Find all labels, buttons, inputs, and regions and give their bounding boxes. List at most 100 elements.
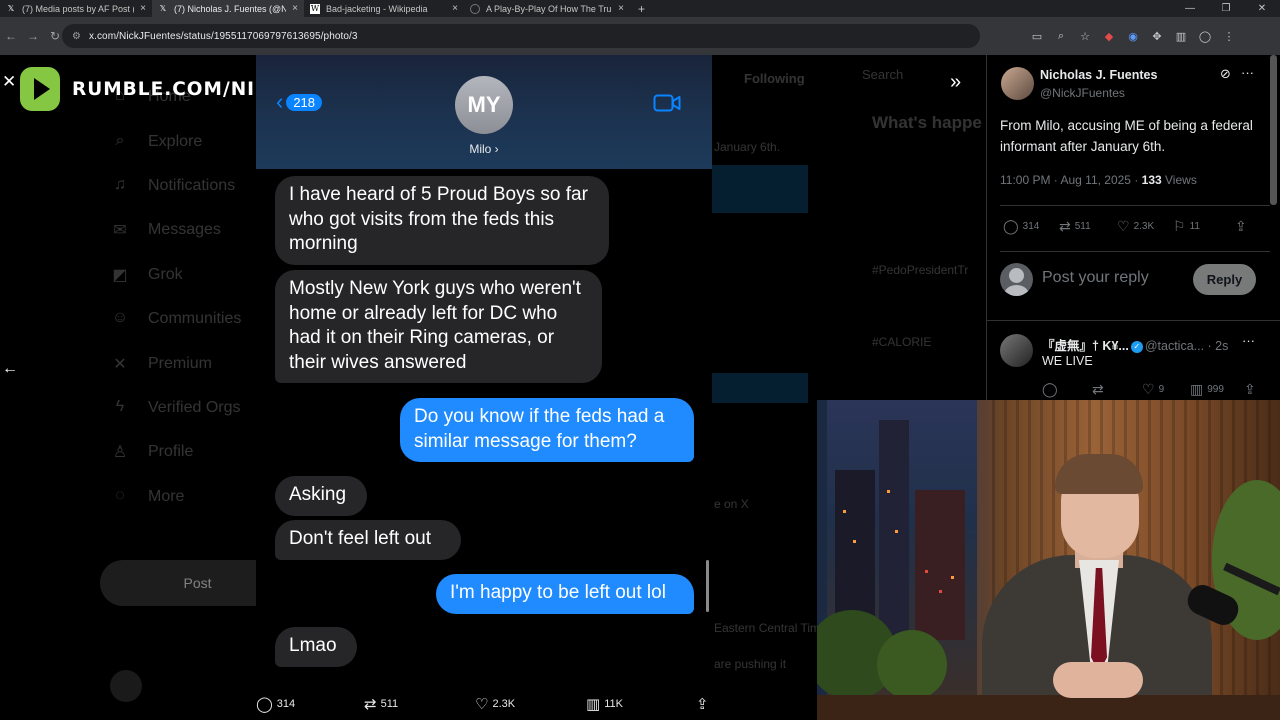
- tab-title: (7) Nicholas J. Fuentes (@NickJ: [174, 3, 287, 14]
- share-icon: ⇪: [696, 695, 709, 713]
- browser-tab-wikipedia[interactable]: W Bad-jacketing - Wikipedia ×: [304, 0, 464, 17]
- reply-input[interactable]: Post your reply: [1042, 269, 1149, 287]
- more-options-icon[interactable]: ···: [1241, 65, 1254, 80]
- sidebar-item-verified-orgs[interactable]: ϟ Verified Orgs: [100, 386, 260, 430]
- url-text: x.com/NickJFuentes/status/19551170697976…: [88, 30, 358, 42]
- new-tab-button[interactable]: +: [630, 2, 653, 16]
- grok-icon: ◩: [112, 266, 128, 284]
- browser-toolbar: ← → ↻ ⚙ x.com/NickJFuentes/status/195511…: [0, 17, 1280, 55]
- trend-item[interactable]: #CALORIE: [872, 335, 931, 349]
- divider: [987, 320, 1280, 321]
- back-arrow-icon[interactable]: ←: [0, 29, 22, 43]
- window-light: [951, 576, 954, 579]
- views-button[interactable]: ▥ 999: [1190, 381, 1224, 398]
- bookmark-star-icon[interactable]: ☆: [1078, 30, 1092, 43]
- wikipedia-icon: W: [310, 3, 320, 14]
- site-settings-icon[interactable]: ⚙: [72, 31, 81, 42]
- avatar[interactable]: [1000, 334, 1033, 367]
- message-bubble-incoming: Don't feel left out: [275, 520, 461, 560]
- user-handle[interactable]: @NickJFuentes: [1040, 86, 1125, 100]
- close-window-icon[interactable]: ✕: [1244, 3, 1280, 14]
- share-button[interactable]: ⇪: [696, 695, 713, 713]
- close-icon[interactable]: ×: [140, 3, 146, 14]
- sidebar-item-more[interactable]: ◌ More: [100, 475, 260, 519]
- reply-author[interactable]: 『虚無』† K¥... ✓ @tactica... · 2s: [1042, 335, 1228, 354]
- repost-button[interactable]: ⇄ 511: [1059, 218, 1091, 235]
- message-bubble-incoming: I have heard of 5 Proud Boys so far who …: [275, 176, 609, 265]
- sidebar-item-label: Explore: [148, 132, 203, 150]
- like-button[interactable]: ♡ 2.3K: [1117, 218, 1154, 235]
- reply-submit-button[interactable]: Reply: [1193, 264, 1256, 295]
- sidebar-item-profile[interactable]: ♙ Profile: [100, 430, 260, 474]
- reply-button[interactable]: ◯: [1042, 381, 1062, 398]
- reply-button[interactable]: ◯ 314: [1003, 218, 1039, 235]
- bookmark-icon: ⚐: [1173, 218, 1186, 234]
- browser-tab-play-by-play[interactable]: A Play-By-Play Of How The Tru ×: [464, 0, 630, 17]
- previous-photo-arrow-icon[interactable]: ←: [2, 360, 18, 378]
- expand-panel-icon[interactable]: »: [950, 71, 961, 94]
- avatar: [1000, 263, 1033, 296]
- chat-back-button[interactable]: ‹ 218: [276, 89, 323, 115]
- comment-icon: ◯: [256, 695, 273, 713]
- grok-icon[interactable]: ⊘: [1220, 66, 1231, 82]
- profile-icon[interactable]: ◯: [1198, 30, 1212, 43]
- close-icon[interactable]: ×: [292, 3, 298, 14]
- window-light: [853, 540, 856, 543]
- close-icon[interactable]: ✕: [2, 72, 16, 92]
- side-panel-icon[interactable]: ▥: [1174, 30, 1188, 43]
- message-bubble-outgoing: I'm happy to be left out lol: [436, 574, 694, 614]
- reply-button[interactable]: ◯ 314: [256, 695, 295, 713]
- bell-icon: ♫: [114, 175, 126, 193]
- zoom-icon[interactable]: ⌕: [1054, 30, 1068, 43]
- like-button[interactable]: ♡ 9: [1142, 381, 1164, 398]
- share-button[interactable]: ⇪: [1244, 381, 1260, 398]
- sidebar-item-grok[interactable]: ◩ Grok: [100, 253, 260, 297]
- tweet-timestamp[interactable]: 11:00 PM · Aug 11, 2025 ·: [1000, 173, 1142, 187]
- extension-red-icon[interactable]: ◆: [1102, 30, 1116, 43]
- sidebar-item-notifications[interactable]: ♫ Notifications: [100, 164, 260, 208]
- sidebar-item-communities[interactable]: ☺ Communities: [100, 297, 260, 341]
- restore-icon[interactable]: ❐: [1208, 3, 1244, 14]
- repost-button[interactable]: ⇄ 511: [364, 695, 398, 713]
- reply-actions: ◯ ⇄ ♡ 9 ▥ 999 ⇪: [1042, 381, 1267, 397]
- sidebar-item-label: Grok: [148, 265, 183, 283]
- tab-title: A Play-By-Play Of How The Tru: [486, 3, 612, 14]
- extensions-puzzle-icon[interactable]: ✥: [1150, 30, 1164, 43]
- sidebar-item-messages[interactable]: ✉ Messages: [100, 208, 260, 252]
- desk: [817, 695, 1280, 720]
- views-button[interactable]: ▥ 11K: [586, 695, 623, 713]
- repost-button[interactable]: ⇄: [1092, 381, 1108, 398]
- repost-icon: ⇄: [1092, 381, 1104, 397]
- window-light: [887, 490, 890, 493]
- sidebar-item-premium[interactable]: ✕ Premium: [100, 341, 260, 385]
- address-bar[interactable]: ⚙ x.com/NickJFuentes/status/195511706979…: [62, 24, 980, 48]
- menu-dots-icon[interactable]: ⋮: [1222, 30, 1236, 43]
- search-input[interactable]: Search: [862, 67, 903, 82]
- cast-icon[interactable]: ▭: [1030, 30, 1044, 43]
- scrollbar[interactable]: [1270, 55, 1277, 205]
- sidebar-item-explore[interactable]: ⌕ Explore: [100, 119, 260, 163]
- tab-following[interactable]: Following: [744, 71, 805, 86]
- bookmark-button[interactable]: ⚐ 11: [1173, 218, 1200, 235]
- tweet-meta: 11:00 PM · Aug 11, 2025 · 133 Views: [1000, 173, 1197, 187]
- minimize-icon[interactable]: —: [1172, 3, 1208, 14]
- more-options-icon[interactable]: ···: [1242, 333, 1255, 348]
- browser-tab-af-post[interactable]: 𝕏 (7) Media posts by AF Post (@A ×: [0, 0, 152, 17]
- forward-arrow-icon[interactable]: →: [22, 29, 44, 43]
- like-button[interactable]: ♡ 2.3K: [475, 695, 515, 713]
- sidebar-item-label: Premium: [148, 354, 213, 372]
- divider: [1000, 205, 1270, 206]
- browser-tab-fuentes[interactable]: 𝕏 (7) Nicholas J. Fuentes (@NickJ ×: [152, 0, 304, 17]
- heart-icon: ♡: [1142, 381, 1155, 397]
- avatar[interactable]: [110, 670, 142, 702]
- heart-icon: ♡: [1117, 218, 1130, 234]
- display-name[interactable]: Nicholas J. Fuentes: [1040, 68, 1157, 82]
- trend-item[interactable]: #PedoPresidentTr: [872, 263, 968, 277]
- close-icon[interactable]: ×: [452, 3, 458, 14]
- close-icon[interactable]: ×: [618, 3, 624, 14]
- extension-blue-icon[interactable]: ◉: [1126, 30, 1140, 43]
- share-button[interactable]: ⇪: [1235, 218, 1251, 235]
- avatar[interactable]: [1001, 67, 1034, 100]
- reply-author-name: 『虚無』† K¥...: [1042, 339, 1129, 353]
- x-icon: ✕: [113, 355, 127, 373]
